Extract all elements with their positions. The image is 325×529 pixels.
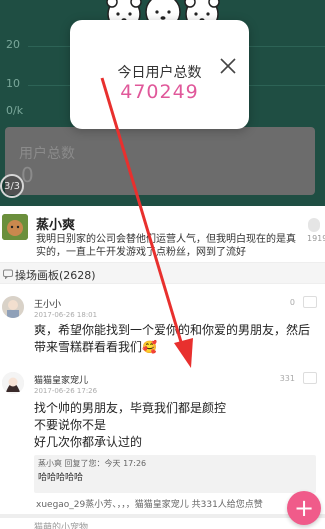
like-count: 331 [279,374,295,383]
reply-header: 蒸小爽 回复了您：今天 17:26 [38,459,147,468]
comment-time: 2017-06-26 17:26 [34,387,98,395]
comment-author[interactable]: 王小小 [34,297,61,310]
author-avatar[interactable] [2,214,28,240]
add-button[interactable]: + [287,491,321,525]
commenter-avatar[interactable] [2,372,24,394]
comment-item: 王小小 2017-06-26 18:01 0 爽，希望你能找到一个爱你的和你爱的… [0,292,325,356]
popup-value: 470249 [120,81,199,103]
close-icon[interactable] [217,55,239,77]
avatar-image [2,214,28,240]
axis-label-20: 20 [6,38,20,51]
comment-item: 猫猫皇家宠儿 2017-06-26 17:26 331 找个帅的男朋友，毕竟我们… [0,368,325,456]
post-text: 我明日别家的公司会替他们运营人气，但我明白现在的是真实的，一直上午开发游戏了点粉… [36,234,296,258]
comment-more-button[interactable] [303,296,317,308]
side-badge[interactable]: 1919 [307,218,325,243]
comment-time: 2017-06-26 18:01 [34,311,98,319]
today-users-popup: 今日用户总数 470249 [70,20,249,129]
side-count: 1919 [307,234,325,243]
user-total-label: 用户总数 [19,146,75,162]
avatar-image [2,372,24,394]
next-comment-author: 猫萌的小宠物 [34,523,89,529]
post-header: 蒸小爽 我明日别家的公司会替他们运营人气，但我明白现在的是真实的，一直上午开发游… [0,206,325,260]
reply-text: 哈哈哈哈哈 [38,473,84,483]
comment-text: 爽，希望你能找到一个爱你的和你爱的男朋友，然后带来雪糕群看看我们🥰 [34,323,311,354]
like-count: 0 [289,298,295,307]
section-tab[interactable]: 操场画板(2628) [0,262,325,284]
user-total-card: 用户总数 0 [5,127,315,195]
section-title: 操场画板(2628) [15,269,96,282]
comment-more-button[interactable] [303,372,317,384]
reply-box[interactable]: 蒸小爽 回复了您：今天 17:26 哈哈哈哈哈 [34,455,316,493]
divider [0,514,325,518]
comment-icon [3,269,13,279]
page-indicator[interactable]: 3/3 [0,174,24,198]
avatar-image [2,296,24,318]
likes-summary[interactable]: xuegao_29蒸小芳、，，，猫猫皇家宠儿 共331人给您点赞 [36,497,316,510]
badge-icon [308,218,320,232]
post-author[interactable]: 蒸小爽 [36,214,75,233]
comment-author[interactable]: 猫猫皇家宠儿 [34,373,88,386]
commenter-avatar[interactable] [2,296,24,318]
comment-text: 找个帅的男朋友，毕竟我们都是颜控 不要说你不是 好几次你都承认过的 [34,401,227,449]
axis-label-0k: 0/k [6,104,24,117]
axis-label-10: 10 [6,77,20,90]
